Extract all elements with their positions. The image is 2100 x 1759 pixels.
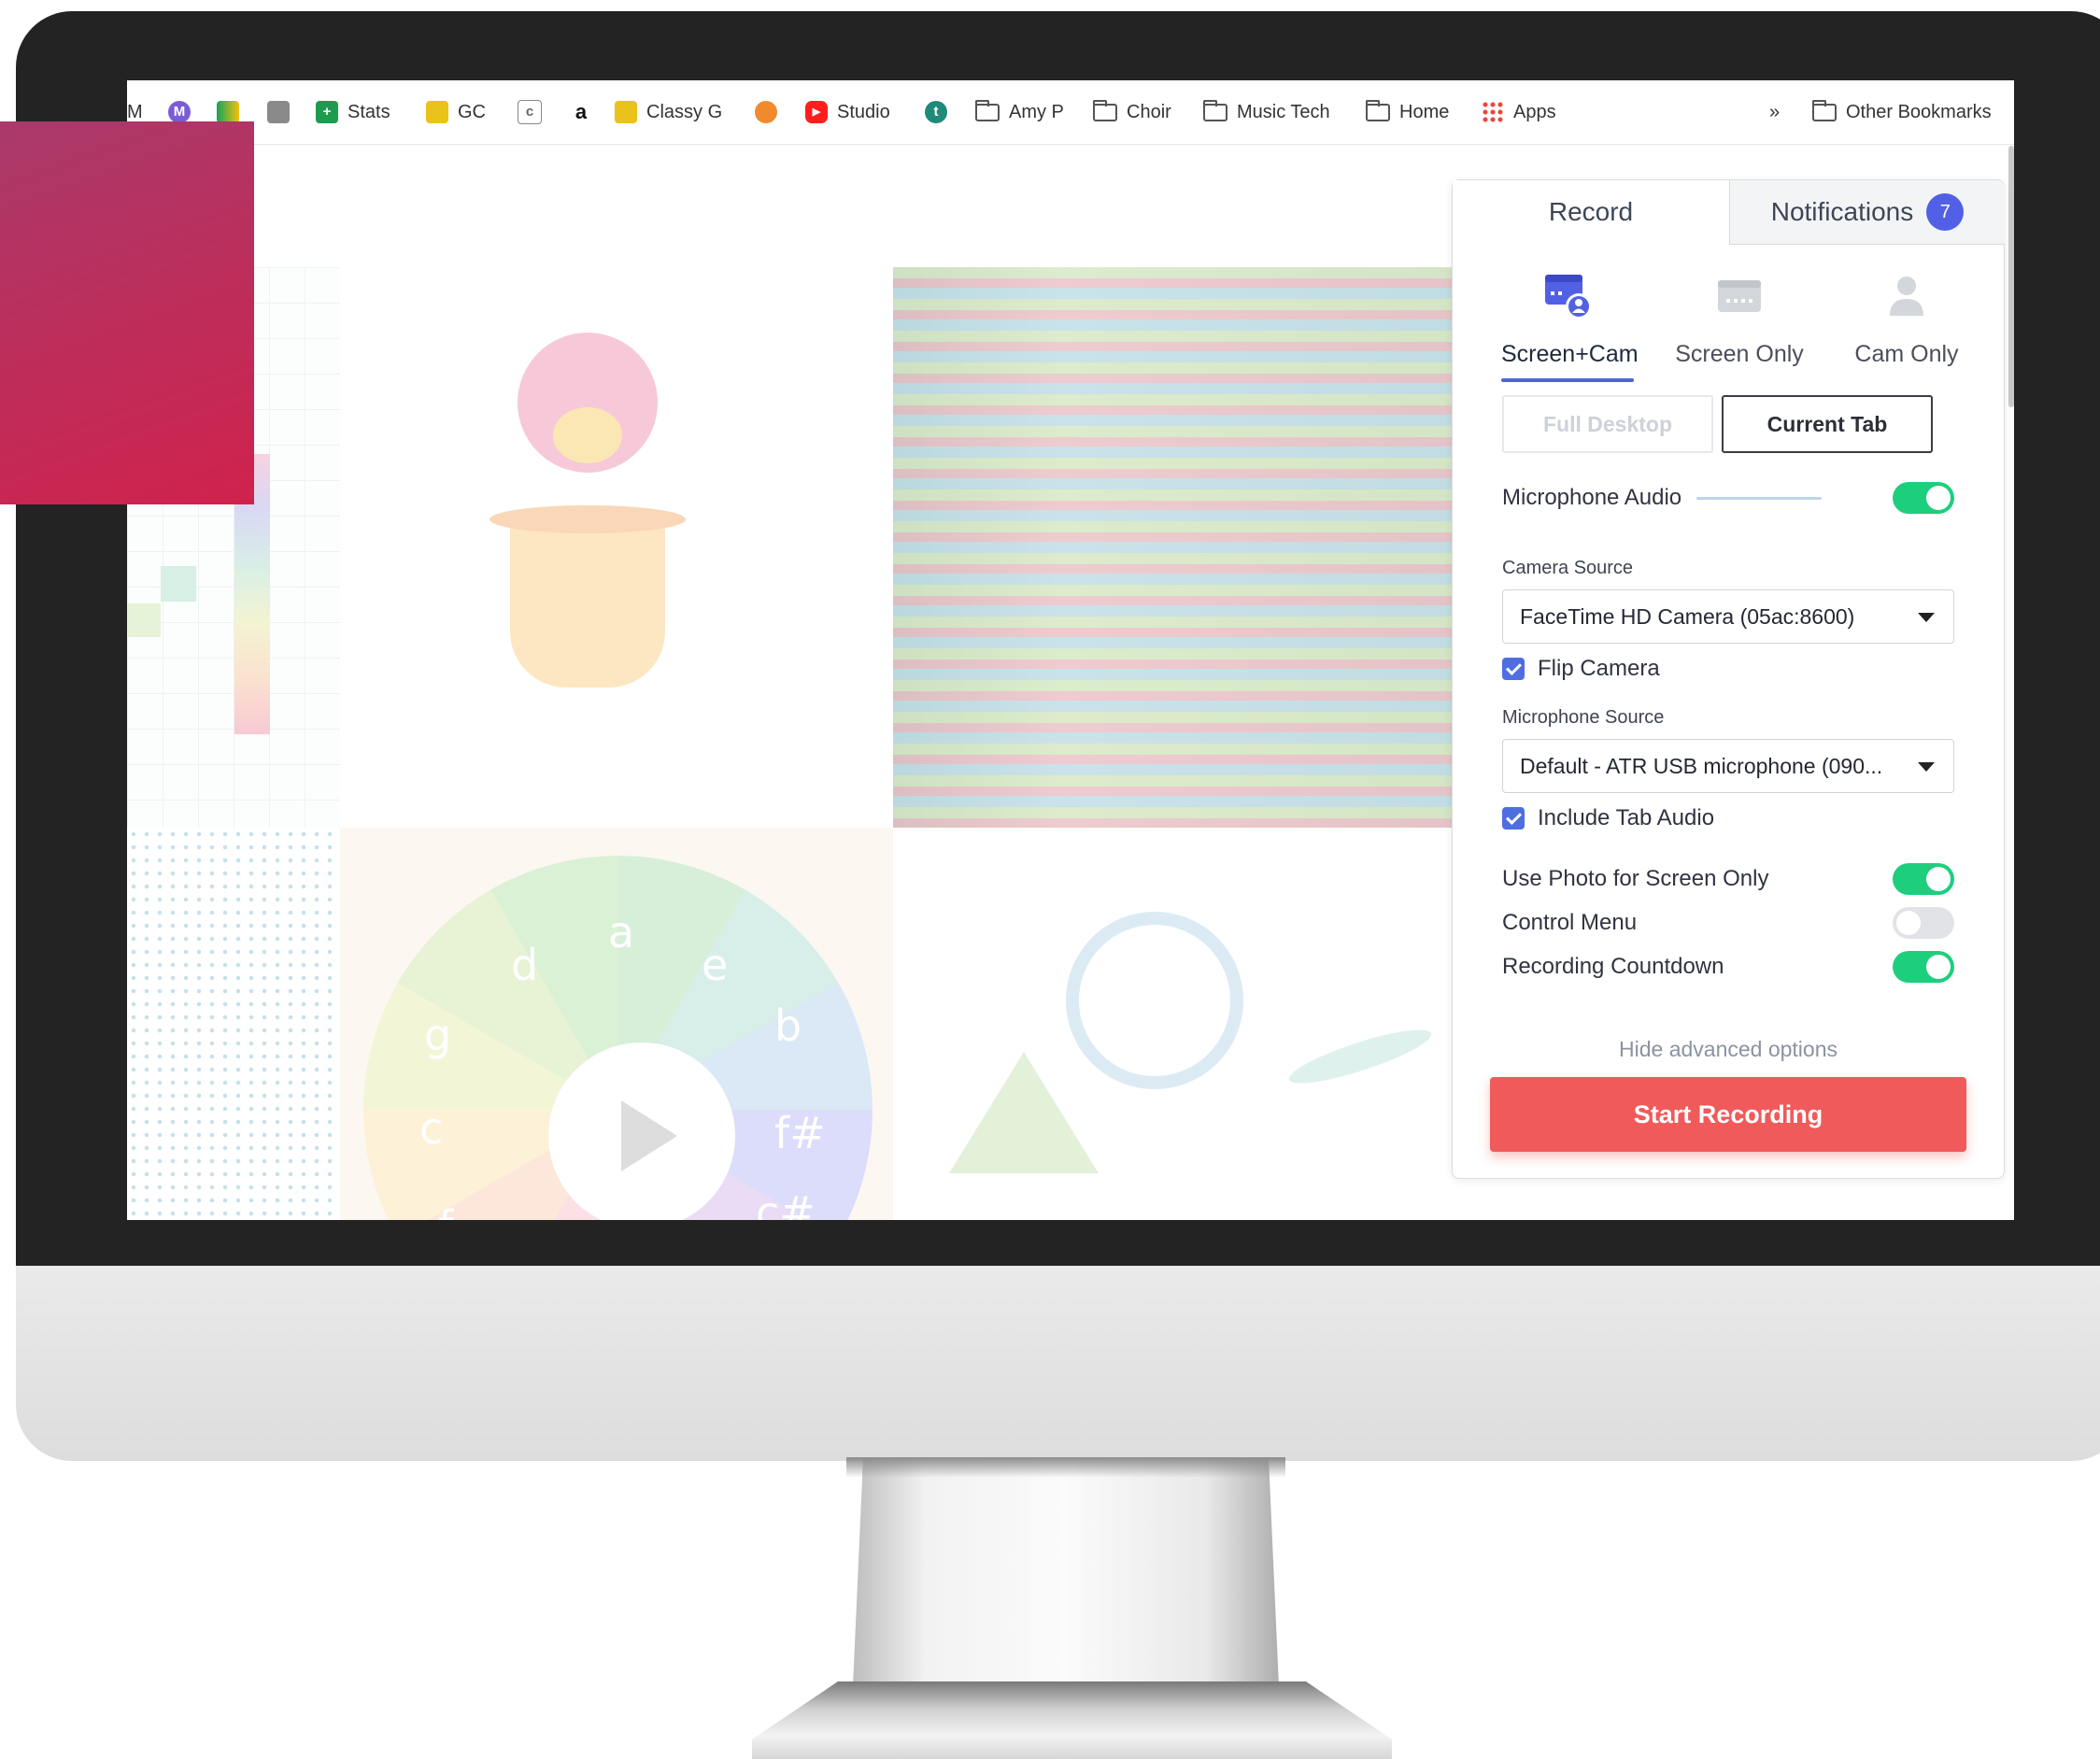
bookmark-amazon[interactable]: a [570, 99, 592, 125]
pink-decorative-block [0, 121, 254, 504]
note-label: f# [774, 1108, 826, 1158]
folder-icon [1203, 99, 1227, 121]
camera-source-select[interactable]: FaceTime HD Camera (05ac:8600) [1502, 589, 1954, 644]
note-label: c# [756, 1187, 816, 1220]
bookmark-stats[interactable]: + Stats [316, 99, 390, 125]
bookmark-studio[interactable]: ▶ Studio [805, 99, 890, 125]
flip-camera-checkbox[interactable] [1502, 658, 1525, 680]
apps-grid-icon [1482, 101, 1504, 123]
bookmark-other-bookmarks[interactable]: Other Bookmarks [1812, 99, 1992, 125]
microphone-audio-toggle[interactable] [1893, 482, 1954, 514]
bookmark-chat[interactable] [755, 99, 777, 125]
tab-record[interactable]: Record [1453, 180, 1729, 244]
page-scrollbar[interactable] [2008, 146, 2014, 407]
chevron-down-icon [1918, 762, 1935, 772]
calendar-icon [267, 101, 290, 123]
sequencer-cell [127, 603, 161, 637]
chat-bubble-icon [755, 101, 777, 123]
note-label: f [438, 1201, 453, 1220]
green-plus-icon: + [316, 101, 338, 123]
bookmark-home[interactable]: Home [1366, 99, 1449, 125]
bookmark-choir[interactable]: Choir [1093, 99, 1171, 125]
chord-wheel: a d e g b c f# f c# [363, 856, 873, 1220]
drum-top [490, 505, 686, 533]
note-label: d [511, 940, 539, 990]
mic-level-meter [1696, 496, 1823, 500]
include-tab-audio-checkbox[interactable] [1502, 807, 1525, 830]
note-label: b [774, 1000, 802, 1051]
screen-icon [1718, 280, 1761, 312]
folder-icon [1812, 99, 1837, 121]
bookmarks-overflow-button[interactable]: » [1769, 99, 1780, 125]
recording-countdown-row: Recording Countdown [1502, 950, 1954, 984]
folder-icon [1366, 99, 1390, 121]
microphone-source-select[interactable]: Default - ATR USB microphone (090... [1502, 739, 1954, 793]
microphone-source-label: Microphone Source [1502, 707, 1665, 728]
control-menu-toggle[interactable] [1893, 907, 1954, 939]
hide-advanced-options-link[interactable]: Hide advanced options [1453, 1037, 2004, 1062]
bookmark-gc[interactable]: GC [426, 99, 486, 125]
start-recording-button[interactable]: Start Recording [1490, 1077, 1966, 1152]
drum [510, 519, 665, 688]
bookmark-classcraft[interactable]: c [518, 99, 542, 125]
use-photo-row: Use Photo for Screen Only [1502, 862, 1954, 896]
camera-source-label: Camera Source [1502, 558, 1634, 578]
screen: M M + Stats GC c a Classy G ▶ Studio t A… [127, 80, 2014, 1220]
use-photo-toggle[interactable] [1893, 863, 1954, 895]
kandinsky-tile[interactable] [893, 828, 1454, 1220]
rhythm-monkey-tile[interactable] [340, 267, 893, 828]
triangle-shape [949, 1052, 1099, 1173]
folder-icon [975, 99, 1000, 121]
t-logo-icon: t [925, 101, 947, 123]
control-menu-row: Control Menu [1502, 906, 1954, 940]
screen-cam-icon [1545, 275, 1592, 319]
folder-icon [1093, 99, 1117, 121]
flip-camera-row[interactable]: Flip Camera [1502, 655, 1954, 683]
bookmark-apps[interactable]: Apps [1482, 99, 1556, 125]
mode-screen-only[interactable]: Screen Only [1669, 269, 1809, 368]
spectrogram-tile[interactable] [893, 267, 1454, 828]
bookmark-t[interactable]: t [925, 99, 947, 125]
bookmark-amy-p[interactable]: Amy P [975, 99, 1064, 125]
bookmark-calendar[interactable] [267, 99, 290, 125]
mode-screen-cam[interactable]: Screen+Cam [1501, 269, 1639, 382]
notification-count-badge: 7 [1926, 193, 1965, 231]
m-logo-icon: M [168, 101, 191, 123]
panel-tabs: Record Notifications 7 [1453, 180, 2005, 245]
play-button-icon[interactable] [548, 1043, 735, 1220]
person-icon [1890, 277, 1923, 316]
note-label: a [608, 907, 635, 958]
chevron-down-icon [1918, 613, 1935, 622]
current-tab-button[interactable]: Current Tab [1722, 395, 1933, 453]
active-mode-underline [1501, 378, 1634, 382]
amazon-icon: a [570, 101, 592, 123]
bookmark-classy-g[interactable]: Classy G [615, 99, 722, 125]
sequencer-cell [161, 566, 196, 602]
recording-countdown-toggle[interactable] [1893, 951, 1954, 983]
classroom-icon [426, 101, 448, 123]
mode-cam-only[interactable]: Cam Only [1849, 269, 1965, 368]
leaf-shape [1284, 1020, 1436, 1093]
microphone-audio-row: Microphone Audio [1502, 481, 1954, 515]
monkey-face [553, 407, 622, 463]
note-label: g [424, 1010, 452, 1060]
classroom-icon [615, 101, 637, 123]
monitor-stand-foot [752, 1681, 1392, 1759]
tab-notifications[interactable]: Notifications 7 [1729, 180, 2005, 245]
bookmark-music-tech[interactable]: Music Tech [1203, 99, 1330, 125]
c-box-icon: c [518, 100, 542, 124]
chord-wheel-tile[interactable]: a d e g b c f# f c# [340, 828, 893, 1220]
note-label: e [702, 940, 729, 990]
monitor-chin [16, 1266, 2100, 1461]
youtube-icon: ▶ [805, 101, 828, 123]
full-desktop-button[interactable]: Full Desktop [1502, 395, 1713, 453]
bookmarks-bar: M M + Stats GC c a Classy G ▶ Studio t A… [127, 80, 2014, 145]
recorder-panel: Record Notifications 7 Screen+Cam Screen… [1452, 179, 2005, 1179]
dots-tile[interactable] [127, 828, 340, 1220]
stand-shadow [846, 1457, 1285, 1478]
note-label: c [419, 1103, 444, 1154]
include-tab-audio-row[interactable]: Include Tab Audio [1502, 804, 1954, 832]
drive-icon [217, 101, 239, 123]
